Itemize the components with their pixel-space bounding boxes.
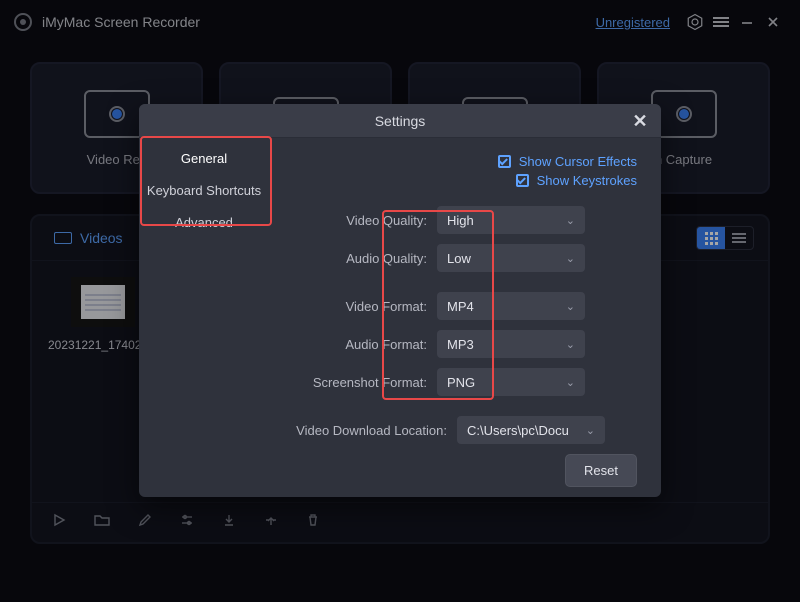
select-value: High	[447, 213, 474, 228]
checkbox-show-keystrokes[interactable]: Show Keystrokes	[516, 173, 637, 188]
settings-dialog: Settings ✕ General Keyboard Shortcuts Ad…	[139, 104, 661, 497]
settings-sidebar: General Keyboard Shortcuts Advanced	[139, 138, 269, 497]
select-value: Low	[447, 251, 471, 266]
download-location-label: Video Download Location:	[277, 423, 447, 438]
dialog-close-button[interactable]: ✕	[629, 110, 651, 132]
select-value: PNG	[447, 375, 475, 390]
settings-main: Show Cursor Effects Show Keystrokes Vide…	[269, 138, 661, 497]
dialog-title: Settings	[375, 113, 426, 129]
audio-quality-select[interactable]: Low ⌄	[437, 244, 585, 272]
select-value: MP3	[447, 337, 474, 352]
checkbox-label: Show Keystrokes	[537, 173, 637, 188]
audio-format-label: Audio Format:	[277, 337, 427, 352]
screenshot-format-label: Screenshot Format:	[277, 375, 427, 390]
select-value: MP4	[447, 299, 474, 314]
chevron-down-icon: ⌄	[586, 424, 595, 437]
settings-tab-general[interactable]: General	[139, 142, 269, 174]
video-quality-select[interactable]: High ⌄	[437, 206, 585, 234]
chevron-down-icon: ⌄	[566, 338, 575, 351]
reset-button[interactable]: Reset	[565, 454, 637, 487]
checkbox-icon	[516, 174, 529, 187]
settings-tab-advanced[interactable]: Advanced	[139, 206, 269, 238]
settings-tab-keyboard-shortcuts[interactable]: Keyboard Shortcuts	[139, 174, 269, 206]
download-location-select[interactable]: C:\Users\pc\Docu ⌄	[457, 416, 605, 444]
chevron-down-icon: ⌄	[566, 376, 575, 389]
video-quality-label: Video Quality:	[277, 213, 427, 228]
video-format-select[interactable]: MP4 ⌄	[437, 292, 585, 320]
chevron-down-icon: ⌄	[566, 252, 575, 265]
screenshot-format-select[interactable]: PNG ⌄	[437, 368, 585, 396]
checkbox-icon	[498, 155, 511, 168]
dialog-header: Settings ✕	[139, 104, 661, 138]
audio-quality-label: Audio Quality:	[277, 251, 427, 266]
audio-format-select[interactable]: MP3 ⌄	[437, 330, 585, 358]
select-value: C:\Users\pc\Docu	[467, 423, 569, 438]
video-format-label: Video Format:	[277, 299, 427, 314]
chevron-down-icon: ⌄	[566, 214, 575, 227]
chevron-down-icon: ⌄	[566, 300, 575, 313]
checkbox-label: Show Cursor Effects	[519, 154, 637, 169]
checkbox-show-cursor-effects[interactable]: Show Cursor Effects	[498, 154, 637, 169]
